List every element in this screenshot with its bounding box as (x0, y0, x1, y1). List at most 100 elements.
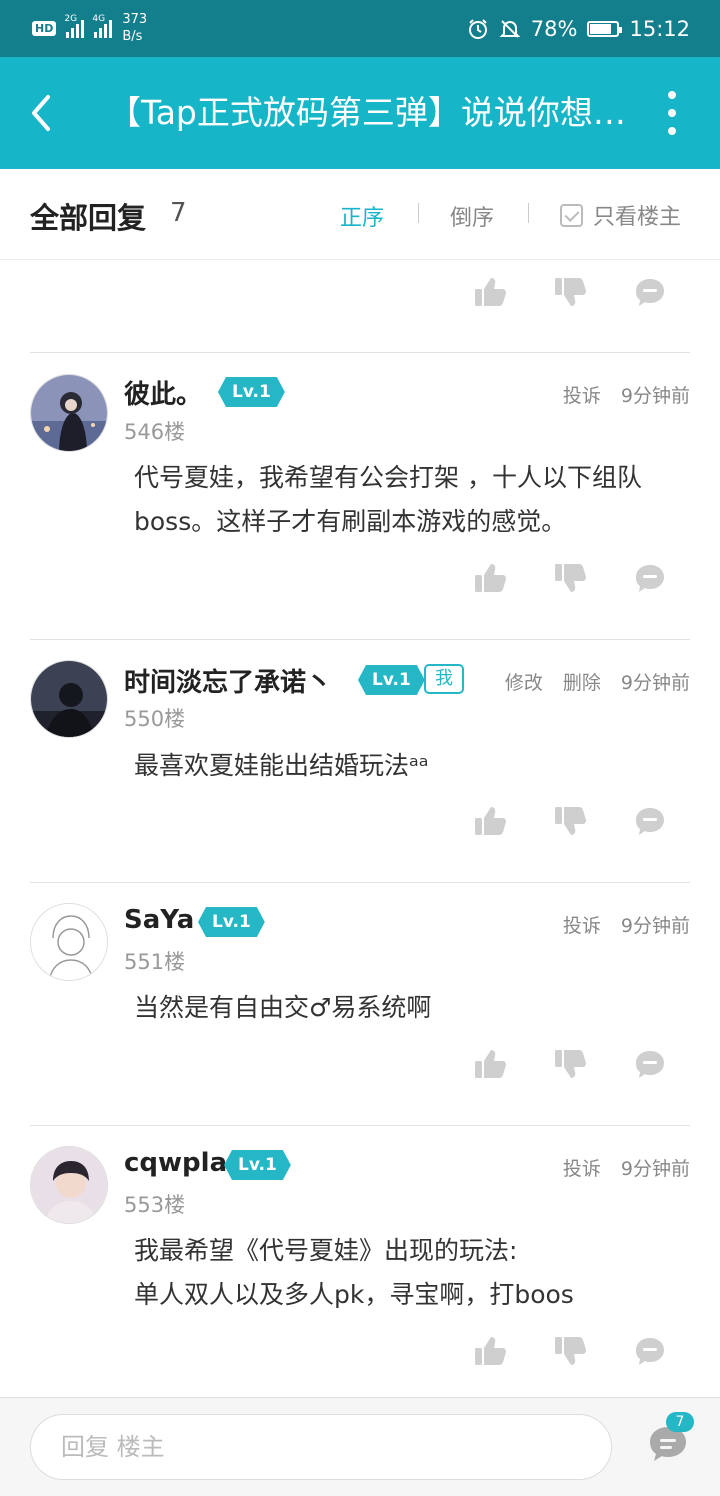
like-button[interactable] (472, 803, 508, 839)
thumbs-up-icon (475, 1050, 506, 1078)
comment-content: 我最希望《代号夏娃》出现的玩法: 单人双人以及多人pk，寻宝啊，打boos (134, 1229, 694, 1317)
like-button[interactable] (472, 1046, 508, 1082)
status-bar: HD 2G 4G 373 B/s 78% 15:12 (0, 0, 720, 57)
comment-content: 当然是有自由交♂易系统啊 (134, 993, 432, 1022)
sort-descending-tab[interactable]: 倒序 (450, 200, 494, 232)
reply-button[interactable] (632, 803, 668, 839)
alarm-icon (468, 19, 487, 39)
divider (30, 882, 690, 883)
hd-badge: HD (32, 20, 57, 36)
divider (528, 203, 529, 223)
dislike-button[interactable] (552, 1333, 588, 1369)
report-button[interactable]: 投诉 (563, 911, 601, 938)
level-badge: Lv.1 (218, 377, 285, 407)
report-button[interactable]: 投诉 (563, 1154, 601, 1181)
clock: 15:12 (629, 17, 690, 41)
like-button[interactable] (472, 1333, 508, 1369)
back-button[interactable] (26, 89, 66, 137)
edit-button[interactable]: 修改 (505, 668, 543, 695)
comment-time: 9分钟前 (620, 385, 690, 407)
comment-actions (0, 803, 720, 843)
comment-content-line: 单人双人以及多人pk，寻宝啊，打boos (134, 1280, 574, 1309)
username[interactable]: 彼此。 (124, 374, 202, 411)
dislike-button[interactable] (552, 560, 588, 596)
avatar[interactable] (30, 374, 108, 452)
dislike-button[interactable] (552, 1046, 588, 1082)
only-host-label: 只看楼主 (593, 205, 682, 230)
comment-actions (0, 1046, 720, 1086)
chevron-left-icon (32, 95, 50, 131)
divider (30, 1125, 690, 1126)
like-button[interactable] (472, 560, 508, 596)
app-bar: 【Tap正式放码第三弹】说说你想要在《代号夏娃》里看到的玩法 (0, 57, 720, 169)
floor-number: 551楼 (124, 950, 186, 974)
status-left: HD 2G 4G 373 B/s (32, 10, 147, 46)
level-badge: Lv.1 (198, 907, 265, 937)
username[interactable]: cqwpla (124, 1148, 227, 1178)
comment-actions (0, 560, 720, 600)
thumbs-down-icon (555, 1050, 586, 1078)
avatar-image (31, 375, 107, 451)
sort-ascending-tab[interactable]: 正序 (340, 200, 384, 232)
more-dot-icon (668, 109, 676, 117)
battery-percent: 78% (530, 17, 578, 41)
reply-bubble-icon (636, 808, 664, 835)
thumbs-up-icon (475, 564, 506, 592)
comment-time: 9分钟前 (620, 672, 690, 694)
all-replies-title: 全部回复 (30, 201, 147, 235)
more-menu-button[interactable] (660, 91, 684, 135)
reply-button[interactable] (632, 560, 668, 596)
thumbs-down-icon (555, 278, 586, 306)
comment-meta: 修改 删除 9分钟前 (505, 668, 690, 695)
avatar[interactable] (30, 1146, 108, 1224)
comment-actions (0, 1333, 720, 1373)
mute-bell-icon (499, 20, 521, 38)
reply-count: 7 (170, 198, 187, 228)
dislike-button[interactable] (552, 803, 588, 839)
only-host-toggle[interactable]: 只看楼主 (560, 199, 681, 231)
thumbs-up-icon (475, 278, 506, 306)
floor-number: 550楼 (124, 707, 186, 731)
reply-button[interactable] (632, 274, 668, 310)
signal-icon-4g: 4G (92, 14, 113, 38)
thumbs-up-icon (475, 807, 506, 835)
floor-number: 553楼 (124, 1193, 186, 1217)
bottom-reply-bar: 回复 楼主 7 (0, 1397, 720, 1496)
thumbs-down-icon (555, 1337, 586, 1365)
avatar-image (31, 1147, 107, 1223)
username[interactable]: SaYa (124, 905, 194, 935)
comment-meta: 投诉 9分钟前 (563, 1154, 690, 1181)
reply-input[interactable]: 回复 楼主 (30, 1414, 612, 1480)
username[interactable]: 时间淡忘了承诺丶 (124, 662, 332, 699)
reply-button[interactable] (632, 1046, 668, 1082)
battery-icon (587, 21, 623, 37)
like-button[interactable] (472, 274, 508, 310)
status-right: 78% 15:12 (467, 14, 690, 44)
level-badge: Lv.1 (224, 1150, 291, 1180)
comment-content-line: 我最希望《代号夏娃》出现的玩法: (134, 1236, 518, 1265)
me-tag: 我 (424, 664, 464, 694)
delete-button[interactable]: 删除 (563, 668, 601, 695)
signal-4g-label: 4G (92, 14, 106, 24)
dislike-button[interactable] (552, 274, 588, 310)
comment-meta: 投诉 9分钟前 (563, 911, 690, 938)
network-speed: 373 B/s (122, 11, 147, 45)
reply-bubble-icon (636, 279, 664, 306)
more-dot-icon (668, 127, 676, 135)
checkbox-icon[interactable] (560, 203, 583, 227)
reply-filter-bar: 全部回复 7 正序 倒序 只看楼主 (0, 169, 720, 260)
signal-2g-label: 2G (64, 14, 78, 24)
report-button[interactable]: 投诉 (563, 381, 601, 408)
divider (30, 639, 690, 640)
comment-content: 代号夏娃，我希望有公会打架 ，十人以下组队boss。这样子才有刷副本游戏的感觉。 (134, 463, 642, 536)
reply-bubble-icon (636, 1338, 664, 1365)
thumbs-down-icon (555, 564, 586, 592)
more-dot-icon (668, 91, 676, 99)
avatar[interactable] (30, 660, 108, 738)
comment-actions (0, 274, 720, 314)
avatar[interactable] (30, 903, 108, 981)
divider (30, 352, 690, 353)
network-speed-unit: B/s (122, 29, 143, 44)
comment-content: 最喜欢夏娃能出结婚玩法ᵃᵃ (134, 751, 429, 780)
reply-button[interactable] (632, 1333, 668, 1369)
